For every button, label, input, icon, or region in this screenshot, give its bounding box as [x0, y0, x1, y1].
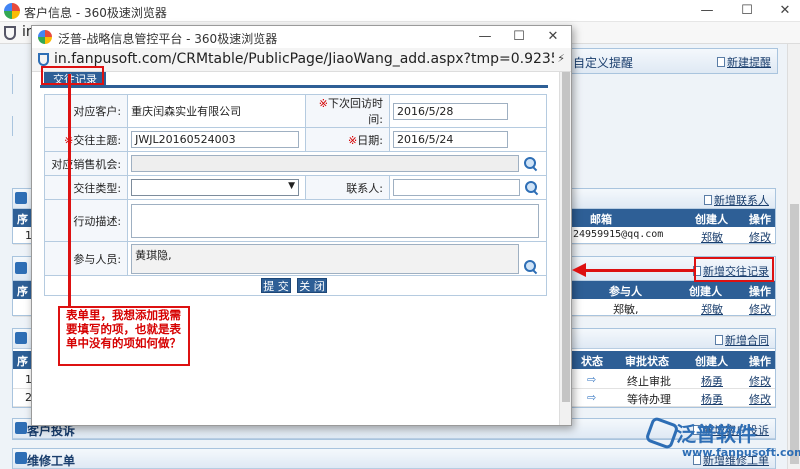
- popup-minimize-button[interactable]: —: [474, 29, 496, 45]
- magnifier-icon[interactable]: [524, 180, 539, 195]
- annotation-text: 表单里，我想添加我需要填写的项，也就是表单中没有的项如何做？: [66, 308, 181, 350]
- next-visit-date-input[interactable]: 2016/5/28: [392, 102, 508, 120]
- popup-title-bar: 泛普-战略信息管控平台 - 360极速浏览器 — ☐ ✕: [32, 26, 571, 48]
- document-icon: [715, 335, 723, 345]
- repair-panel-title: 维修工单: [27, 454, 76, 468]
- date-label: 日期:: [357, 133, 383, 147]
- minimize-button[interactable]: —: [696, 3, 718, 19]
- tab-strip: 交往记录: [40, 72, 548, 88]
- maximize-button[interactable]: ☐: [736, 3, 758, 19]
- description-textarea[interactable]: [131, 203, 540, 238]
- annotation-line: [68, 74, 71, 306]
- outer-window-title: 客户信息 - 360极速浏览器: [24, 6, 167, 20]
- repair-panel: 维修工单 新增维修工单: [12, 448, 776, 469]
- opportunity-input[interactable]: [131, 155, 520, 172]
- contact-label: 联系人:: [305, 175, 390, 200]
- subject-input[interactable]: JWJL20160524003: [131, 131, 300, 148]
- form-row-description: 行动描述:: [43, 199, 547, 242]
- outer-title-bar: 客户信息 - 360极速浏览器 — ☐ ✕: [0, 0, 800, 22]
- magnifier-icon[interactable]: [524, 156, 538, 171]
- customer-value: 重庆闰森实业有限公司: [127, 94, 307, 128]
- popup-address-bar[interactable]: in.fanpusoft.com/CRMtable/PublicPage/Jia…: [32, 48, 571, 72]
- new-contact-link[interactable]: 新增联系人: [704, 192, 769, 208]
- form-row-subject: ※交往主题: JWJL20160524003 ※日期: 2016/5/24: [43, 127, 548, 152]
- search-icon: [15, 332, 27, 344]
- search-icon: [15, 192, 27, 204]
- form-row-participants: 参与人员: 黄琪隐,: [43, 241, 547, 276]
- search-icon: [15, 262, 27, 274]
- dropdown-caret-icon: ▼: [288, 181, 296, 191]
- description-label: 行动描述:: [43, 199, 129, 242]
- watermark-url: www.fanpusoft.com: [682, 446, 800, 459]
- arrow-right-icon[interactable]: ⇨: [587, 373, 596, 386]
- popup-url-text[interactable]: in.fanpusoft.com/CRMtable/PublicPage/Jia…: [54, 51, 554, 67]
- visit-record-form: 对应客户: 重庆闰森实业有限公司 ※下次回访时间: 2016/5/28 ※交往主…: [43, 94, 548, 296]
- participants-textarea[interactable]: 黄琪隐,: [131, 243, 520, 274]
- watermark-brand: 泛普软件: [676, 422, 756, 446]
- opportunity-label: 对应销售机会:: [43, 151, 129, 176]
- scrollbar-thumb[interactable]: [562, 72, 570, 402]
- reminder-panel-title: 自定义提醒: [573, 56, 634, 70]
- date-input[interactable]: 2016/5/24: [392, 131, 508, 148]
- customer-label: 对应客户:: [43, 94, 129, 128]
- type-select[interactable]: ▼: [131, 179, 300, 196]
- required-mark: ※: [348, 133, 358, 147]
- search-icon: [15, 452, 27, 464]
- form-row-type: 交往类型: ▼ 联系人:: [43, 175, 548, 200]
- shield-icon: [4, 26, 16, 40]
- outer-scrollbar[interactable]: [787, 44, 800, 469]
- arrow-left-icon: [572, 263, 586, 277]
- popup-scrollbar[interactable]: [559, 72, 571, 425]
- annotation-arrow-line: [586, 269, 694, 272]
- submit-button[interactable]: 提 交: [261, 278, 291, 293]
- document-icon: [717, 57, 725, 67]
- type-label: 交往类型:: [43, 175, 129, 200]
- participants-label: 参与人员:: [43, 241, 129, 276]
- popup-maximize-button[interactable]: ☐: [508, 29, 530, 45]
- browser-logo-icon: [38, 30, 52, 44]
- form-row-customer: 对应客户: 重庆闰森实业有限公司 ※下次回访时间: 2016/5/28: [43, 94, 548, 128]
- close-window-button[interactable]: ✕: [774, 3, 796, 19]
- arrow-right-icon[interactable]: ⇨: [587, 391, 596, 404]
- scrollbar-thumb[interactable]: [790, 204, 799, 464]
- lightning-icon[interactable]: ⚡: [557, 52, 565, 65]
- next-visit-label: 下次回访时间:: [327, 97, 383, 126]
- reminder-panel: 自定义提醒 新建提醒: [570, 48, 778, 74]
- required-mark: ※: [318, 97, 328, 110]
- highlight-new-visit-box: [694, 257, 774, 282]
- shield-icon: [38, 53, 49, 66]
- contact-input[interactable]: [392, 179, 520, 196]
- highlight-tab-box: [41, 66, 104, 85]
- magnifier-icon[interactable]: [524, 259, 538, 274]
- popup-body: 交往记录 对应客户: 重庆闰森实业有限公司 ※下次回访时间: 2016/5/28…: [32, 72, 559, 425]
- popup-window-title: 泛普-战略信息管控平台 - 360极速浏览器: [58, 32, 278, 46]
- form-row-buttons: 提 交 关 闭: [44, 275, 547, 296]
- popup-close-button[interactable]: ✕: [542, 29, 564, 45]
- new-contract-link[interactable]: 新增合同: [715, 332, 769, 348]
- close-button[interactable]: 关 闭: [297, 278, 327, 293]
- subject-label: 交往主题:: [73, 133, 122, 147]
- browser-logo-icon: [4, 3, 20, 19]
- form-row-opportunity: 对应销售机会:: [43, 151, 547, 176]
- document-icon: [704, 195, 712, 205]
- new-reminder-link[interactable]: 新建提醒: [717, 54, 771, 70]
- search-icon: [15, 422, 27, 434]
